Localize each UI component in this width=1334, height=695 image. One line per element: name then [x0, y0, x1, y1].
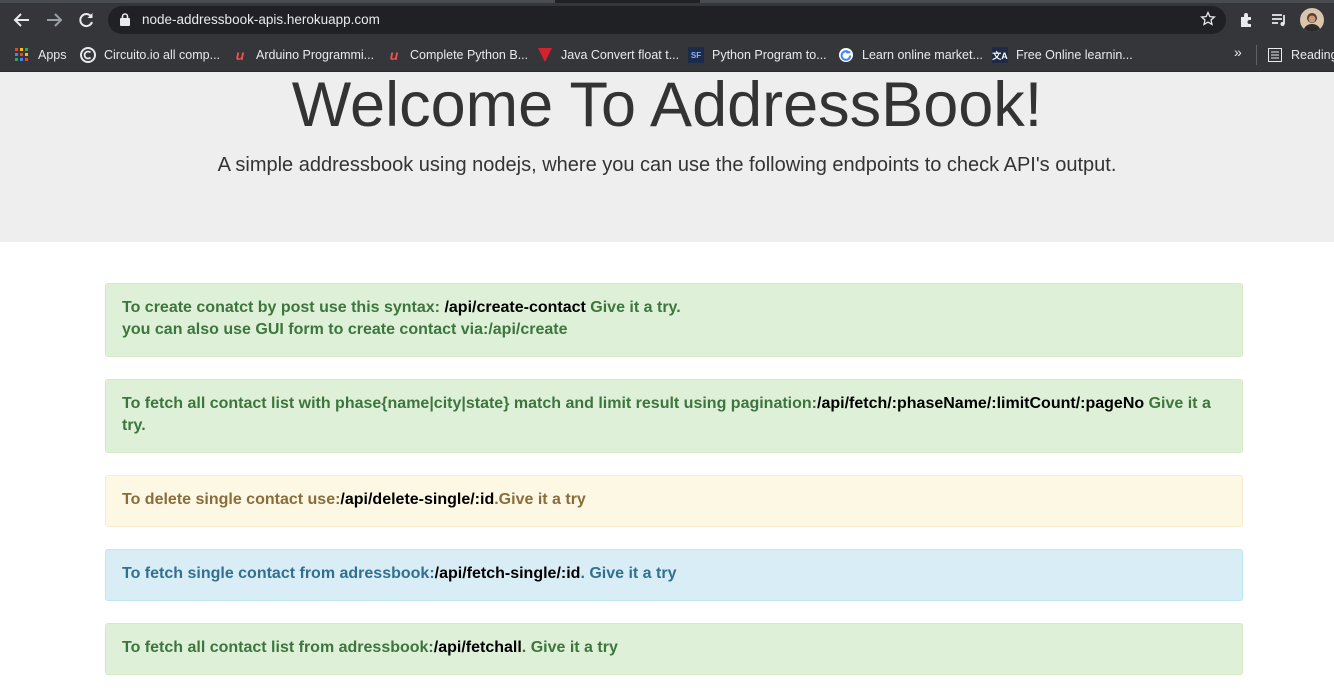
bookmark-label: Apps — [38, 48, 67, 62]
alert-text: To fetch all contact list from adressboo… — [122, 639, 434, 656]
more-bookmarks-icon[interactable]: » — [1234, 44, 1242, 60]
alert-fetch-single: To fetch single contact from adressbook:… — [105, 549, 1243, 601]
alert-create-contact: To create conatct by post use this synta… — [105, 283, 1243, 357]
tab-strip — [0, 0, 1334, 3]
alert-gui-form-line[interactable]: you can also use GUI form to create cont… — [122, 319, 1226, 341]
bookmarks-divider — [1256, 45, 1257, 65]
forward-icon[interactable] — [42, 8, 66, 32]
alert-text: To create conatct by post use this synta… — [122, 299, 445, 316]
endpoint-fetch-all: /api/fetchall — [433, 639, 522, 656]
bookmark-label: Circuito.io all comp... — [104, 48, 221, 62]
bookmark-learn-marketing[interactable]: Learn online market... — [838, 44, 983, 66]
reading-list-label: Reading — [1291, 48, 1334, 62]
try-link-delete[interactable]: .Give it a try — [494, 491, 586, 508]
apps-grid-icon — [14, 47, 30, 63]
bookmark-arduino[interactable]: u Arduino Programmi... — [232, 44, 374, 66]
bookmark-java-convert[interactable]: Java Convert float t... — [537, 44, 679, 66]
bookmark-label: Complete Python B... — [410, 48, 529, 62]
bookmark-label: Learn online market... — [862, 48, 983, 62]
bookmarks-bar: Apps Circuito.io all comp... u Arduino P… — [0, 40, 1334, 72]
bookmark-label: Python Program to... — [712, 48, 827, 62]
try-link-create[interactable]: Give it a try. — [586, 299, 680, 316]
alert-text: To delete single contact use: — [122, 491, 341, 508]
page-title: Welcome To AddressBook! — [291, 70, 1043, 140]
alert-fetch-all: To fetch all contact list from adressboo… — [105, 623, 1243, 675]
bookmark-circuito[interactable]: Circuito.io all comp... — [80, 44, 220, 66]
page-subtitle: A simple addressbook using nodejs, where… — [217, 154, 1117, 176]
url-text[interactable]: node-addressbook-apis.herokuapp.com — [142, 12, 380, 27]
reading-list-button[interactable]: Reading — [1267, 44, 1334, 66]
endpoint-fetch-phase: /api/fetch/:phaseName/:limitCount/:pageN… — [817, 395, 1145, 412]
bookmark-star-icon[interactable] — [1200, 10, 1216, 32]
alert-line: To create conatct by post use this synta… — [122, 297, 1226, 319]
circuito-icon — [80, 47, 96, 63]
lock-icon — [120, 13, 130, 31]
sf-icon: SF — [688, 47, 704, 63]
alert-text: To fetch all contact list with phase{nam… — [122, 395, 817, 412]
reload-icon[interactable] — [74, 8, 98, 32]
alert-delete-single: To delete single contact use:/api/delete… — [105, 475, 1243, 527]
jumbotron: Welcome To AddressBook! A simple address… — [0, 72, 1334, 242]
google-icon — [838, 47, 854, 63]
bookmark-python-bootcamp[interactable]: u Complete Python B... — [386, 44, 528, 66]
extensions-icon[interactable] — [1236, 9, 1258, 31]
udemy-icon: u — [235, 47, 245, 63]
try-link-fetch-single[interactable]: . Give it a try — [580, 565, 676, 582]
bookmark-label: Java Convert float t... — [561, 48, 680, 62]
bookmark-python-program[interactable]: SF Python Program to... — [688, 44, 827, 66]
translate-icon: 文A — [992, 47, 1008, 63]
reading-list-icon — [1267, 47, 1283, 63]
udemy-icon: u — [389, 47, 399, 63]
alert-fetch-phase: To fetch all contact list with phase{nam… — [105, 379, 1243, 453]
bookmark-label: Free Online learnin... — [1016, 48, 1133, 62]
bookmark-free-learning[interactable]: 文A Free Online learnin... — [992, 44, 1133, 66]
alert-text: To fetch single contact from adressbook: — [122, 565, 435, 582]
browser-toolbar: node-addressbook-apis.herokuapp.com — [0, 0, 1334, 40]
back-icon[interactable] — [10, 8, 34, 32]
bookmark-apps[interactable]: Apps — [14, 44, 67, 66]
try-link-fetch-all[interactable]: . Give it a try — [522, 639, 618, 656]
media-control-icon[interactable] — [1268, 9, 1290, 31]
bookmark-label: Arduino Programmi... — [256, 48, 375, 62]
address-bar[interactable]: node-addressbook-apis.herokuapp.com — [108, 6, 1226, 34]
endpoint-delete-single: /api/delete-single/:id — [340, 491, 495, 508]
endpoint-fetch-single: /api/fetch-single/:id — [434, 565, 581, 582]
profile-avatar[interactable] — [1300, 8, 1324, 32]
javatpoint-icon — [537, 47, 553, 63]
endpoint-create-contact: /api/create-contact — [444, 299, 586, 316]
